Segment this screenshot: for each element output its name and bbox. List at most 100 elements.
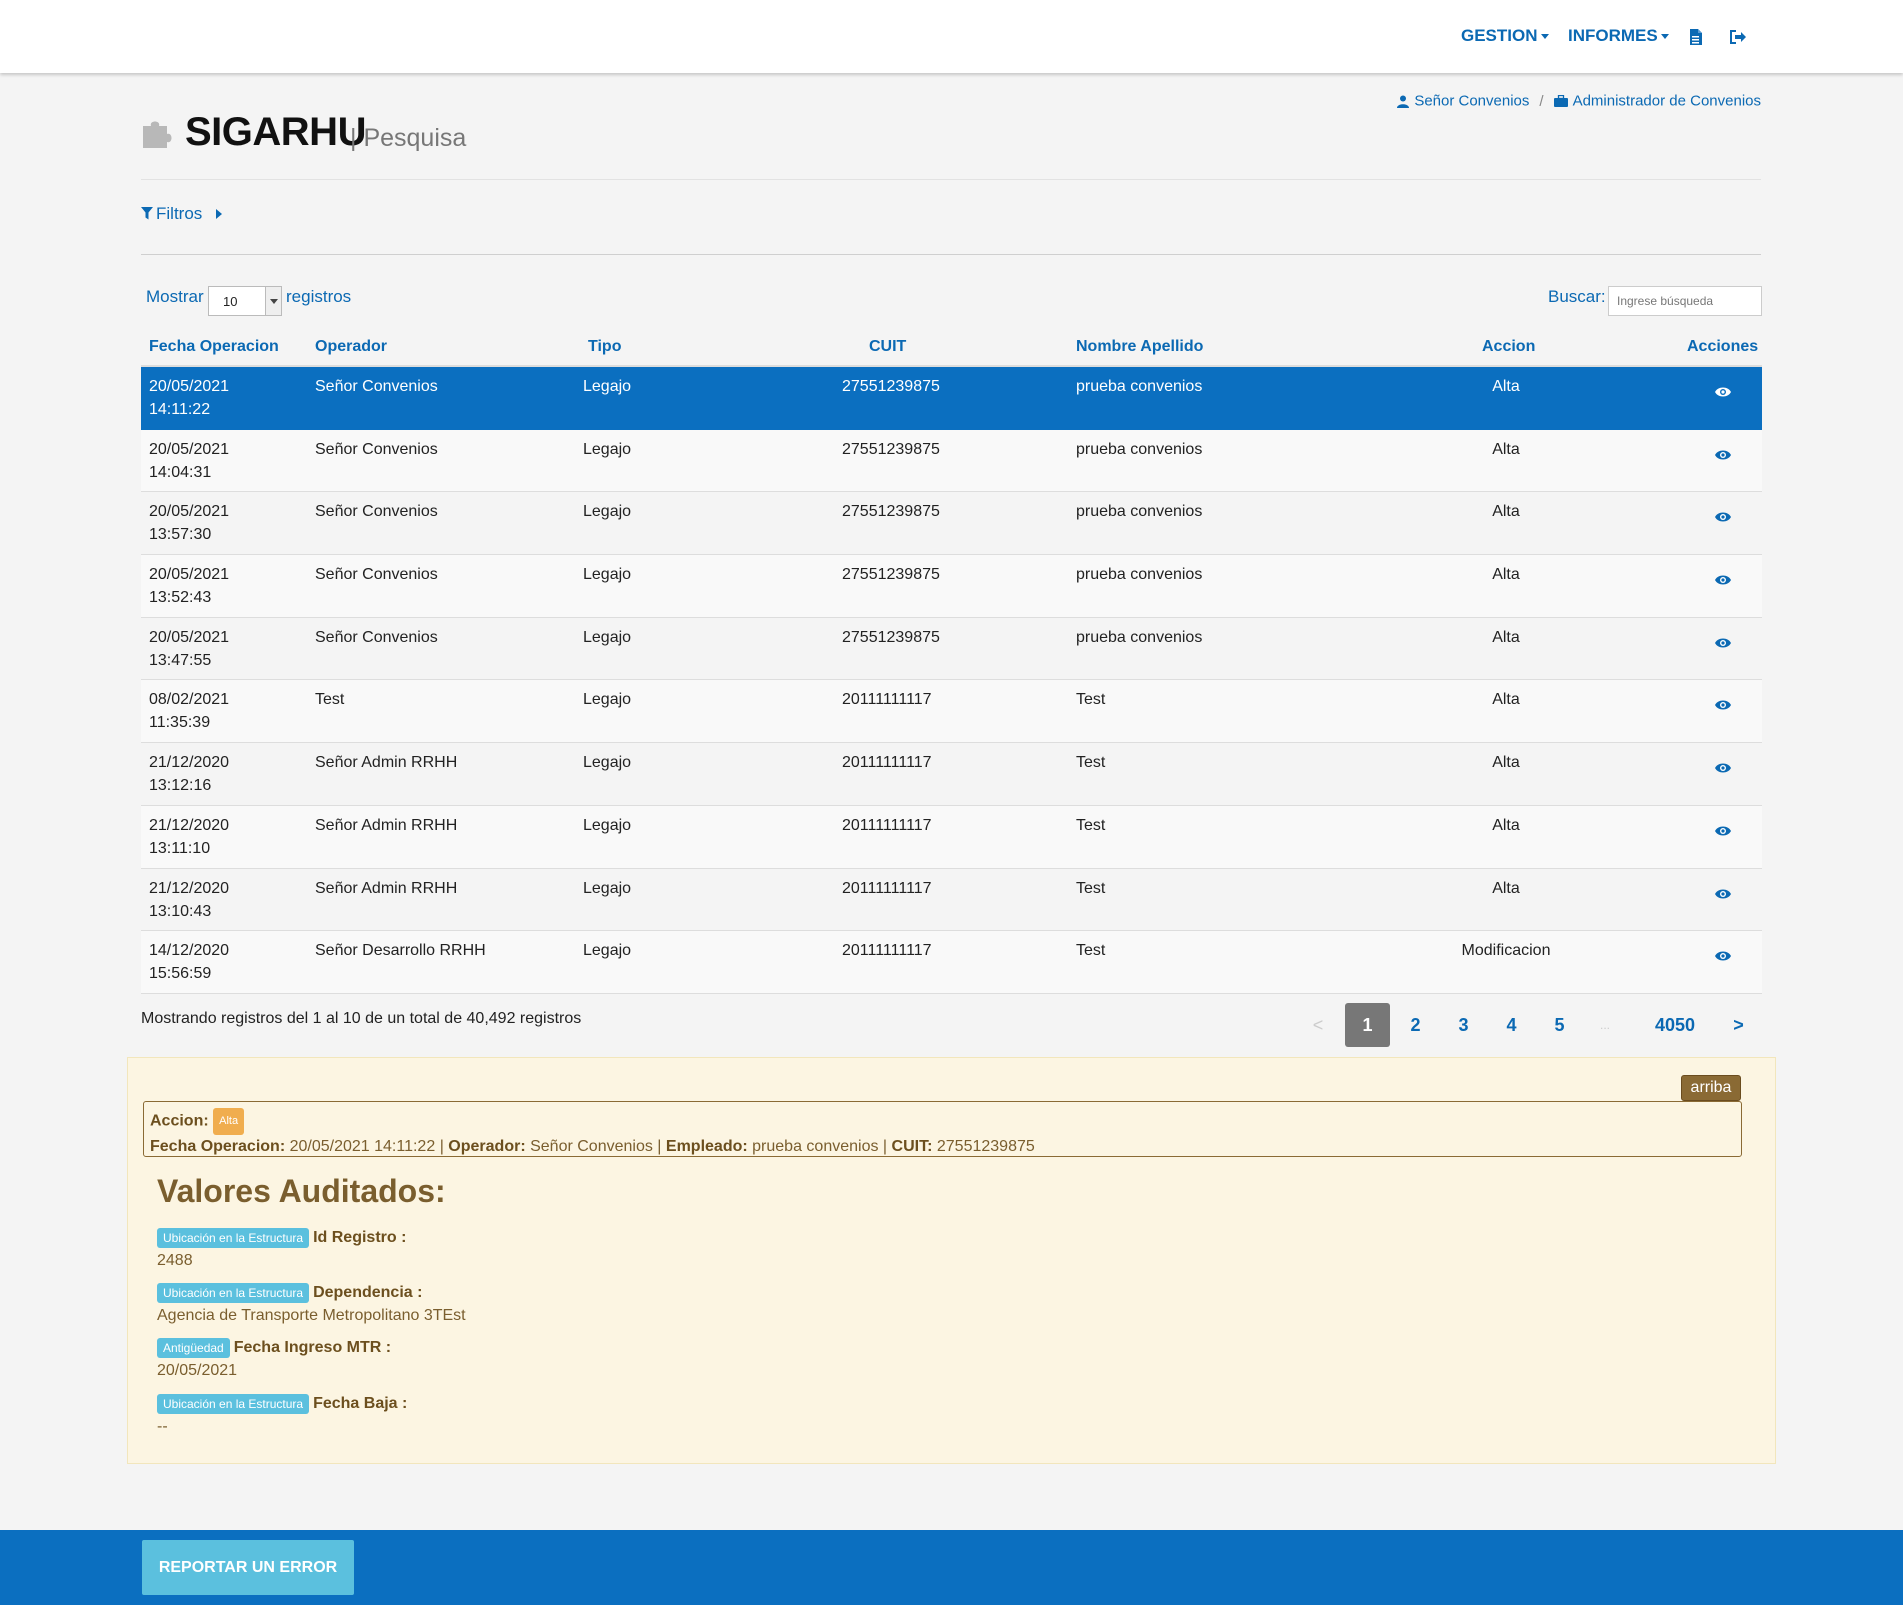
- cell-accion: Alta: [1492, 816, 1520, 834]
- cell-date: 14/12/2020: [149, 942, 230, 960]
- cell-operador: Señor Convenios: [315, 628, 438, 646]
- operador-value: Señor Convenios: [530, 1138, 653, 1155]
- eye-icon[interactable]: [1714, 386, 1732, 398]
- breadcrumb-user[interactable]: Señor Convenios: [1414, 93, 1529, 110]
- empleado-label: Empleado:: [665, 1138, 748, 1155]
- audited-field: Antigüedad Fecha Ingreso MTR : 20/05/2021: [157, 1338, 391, 1380]
- cell-cuit: 20111111117: [842, 816, 932, 834]
- header-acciones: Acciones: [1687, 338, 1759, 355]
- cell-nombre: prueba convenios: [1076, 566, 1203, 584]
- pager-page-4[interactable]: 4: [1489, 1003, 1534, 1047]
- table-row[interactable]: 20/05/2021 13:57:30 Señor Convenios Legajo 2…: [141, 492, 1762, 556]
- filters-toggle[interactable]: Filtros: [141, 203, 223, 224]
- top-button[interactable]: arriba: [1681, 1075, 1741, 1101]
- table-row[interactable]: 20/05/2021 14:11:22 Señor Convenios Legajo 2…: [141, 367, 1762, 430]
- cell-tipo: Legajo: [583, 691, 632, 709]
- summary-sep: |: [882, 1138, 888, 1155]
- cell-accion: Alta: [1492, 378, 1520, 395]
- eye-icon[interactable]: [1714, 950, 1732, 962]
- file-icon[interactable]: [1687, 28, 1705, 46]
- eye-icon[interactable]: [1714, 574, 1732, 586]
- caret-down-icon: [1540, 34, 1549, 40]
- field-value: 2488: [157, 1252, 193, 1269]
- table-row[interactable]: 20/05/2021 14:04:31 Señor Convenios Legajo 2…: [141, 429, 1762, 493]
- cell-tipo: Legajo: [583, 440, 632, 458]
- breadcrumb: Señor Convenios / Administrador de Conven…: [1397, 92, 1761, 110]
- eye-icon[interactable]: [1714, 449, 1732, 461]
- cell-date: 08/02/2021: [149, 691, 230, 709]
- table-row[interactable]: 21/12/2020 13:12:16 Señor Admin RRHH Legajo…: [141, 743, 1762, 806]
- eye-icon[interactable]: [1714, 888, 1732, 900]
- pager-next[interactable]: >: [1721, 1003, 1756, 1047]
- header-cuit[interactable]: CUIT: [869, 338, 906, 356]
- summary-sep: |: [439, 1138, 444, 1155]
- pager-page-1[interactable]: 1: [1345, 1003, 1390, 1047]
- cell-time: 14:11:22: [149, 401, 211, 418]
- search-label: Buscar:: [1548, 287, 1606, 306]
- cell-date: 21/12/2020: [149, 879, 230, 897]
- cell-accion: Alta: [1492, 879, 1520, 897]
- table-row[interactable]: 08/02/2021 11:35:39 Test Legajo 20111111117 T…: [141, 680, 1762, 744]
- caret-right-icon: [216, 208, 223, 219]
- cell-tipo: Legajo: [583, 378, 632, 395]
- header-nombre[interactable]: Nombre Apellido: [1076, 338, 1203, 356]
- field-name: Dependencia :: [313, 1284, 423, 1301]
- eye-icon[interactable]: [1714, 825, 1732, 837]
- field-name: Fecha Ingreso MTR :: [233, 1339, 392, 1356]
- nav-informes-menu[interactable]: INFORMES: [1568, 26, 1669, 46]
- cell-time: 13:12:16: [149, 777, 212, 795]
- length-select[interactable]: 10: [208, 286, 282, 316]
- report-error-button[interactable]: REPORTAR UN ERROR: [142, 1540, 354, 1595]
- breadcrumb-role[interactable]: Administrador de Convenios: [1573, 93, 1761, 110]
- cell-date: 20/05/2021: [149, 440, 230, 458]
- cell-nombre: prueba convenios: [1076, 440, 1203, 458]
- cell-time: 13:10:43: [149, 902, 212, 920]
- pager-last[interactable]: 4050: [1640, 1003, 1710, 1047]
- cell-nombre: Test: [1076, 816, 1106, 834]
- cell-nombre: Test: [1076, 754, 1106, 772]
- nav-informes-label: INFORMES: [1568, 26, 1658, 45]
- eye-icon[interactable]: [1714, 762, 1732, 774]
- pager-page-2[interactable]: 2: [1393, 1003, 1438, 1047]
- eye-icon[interactable]: [1714, 637, 1732, 649]
- cell-accion: Alta: [1492, 503, 1520, 521]
- table-row[interactable]: 14/12/2020 15:56:59 Señor Desarrollo RRHH L…: [141, 931, 1762, 994]
- pager-page-3[interactable]: 3: [1441, 1003, 1486, 1047]
- table-row[interactable]: 21/12/2020 13:11:10 Señor Admin RRHH Legajo…: [141, 805, 1762, 869]
- table-row[interactable]: 20/05/2021 13:47:55 Señor Convenios Legajo 2…: [141, 618, 1762, 681]
- audited-field: Ubicación en la Estructura Id Registro : …: [157, 1228, 406, 1270]
- accion-label: Accion:: [150, 1112, 209, 1130]
- table-row[interactable]: 20/05/2021 13:52:43 Señor Convenios Legajo 2…: [141, 555, 1762, 618]
- cell-fecha-operacion: 21/12/2020 13:12:16: [149, 751, 229, 797]
- cell-cuit: 27551239875: [842, 440, 940, 458]
- accion-badge: Alta: [213, 1108, 245, 1135]
- sign-out-icon[interactable]: [1729, 28, 1747, 46]
- cell-nombre: prueba convenios: [1076, 378, 1203, 395]
- breadcrumb-separator: /: [1539, 92, 1544, 110]
- cell-fecha-operacion: 20/05/2021 13:52:43: [149, 563, 229, 609]
- header-tipo[interactable]: Tipo: [588, 338, 621, 356]
- header-accion[interactable]: Accion: [1482, 338, 1535, 356]
- search-input[interactable]: [1608, 286, 1762, 316]
- cell-date: 21/12/2020: [149, 754, 230, 772]
- header-operador[interactable]: Operador: [315, 338, 387, 356]
- pager-page-5[interactable]: 5: [1537, 1003, 1582, 1047]
- eye-icon[interactable]: [1714, 699, 1732, 711]
- field-value: 20/05/2021: [157, 1362, 238, 1379]
- audit-summary: Accion: Alta Fecha Operacion: 20/05/2021…: [143, 1101, 1742, 1157]
- nav-gestion-menu[interactable]: GESTION: [1461, 26, 1549, 46]
- caret-down-icon: [1660, 34, 1669, 40]
- header-fecha[interactable]: Fecha Operacion: [149, 338, 279, 356]
- divider: [141, 179, 1761, 180]
- cell-tipo: Legajo: [583, 942, 632, 960]
- cell-accion: Alta: [1492, 566, 1520, 584]
- field-category-badge: Ubicación en la Estructura: [157, 1394, 310, 1414]
- field-name: Id Registro :: [313, 1229, 407, 1246]
- eye-icon[interactable]: [1714, 511, 1732, 523]
- pagination-info: Mostrando registros del 1 al 10 de un to…: [141, 1010, 582, 1027]
- table-row[interactable]: 21/12/2020 13:10:43 Señor Admin RRHH Legajo…: [141, 869, 1762, 932]
- length-suffix: registros: [286, 287, 352, 306]
- summary-sep: |: [657, 1138, 662, 1155]
- pager-prev[interactable]: <: [1303, 1003, 1333, 1047]
- cell-time: 13:57:30: [149, 526, 212, 544]
